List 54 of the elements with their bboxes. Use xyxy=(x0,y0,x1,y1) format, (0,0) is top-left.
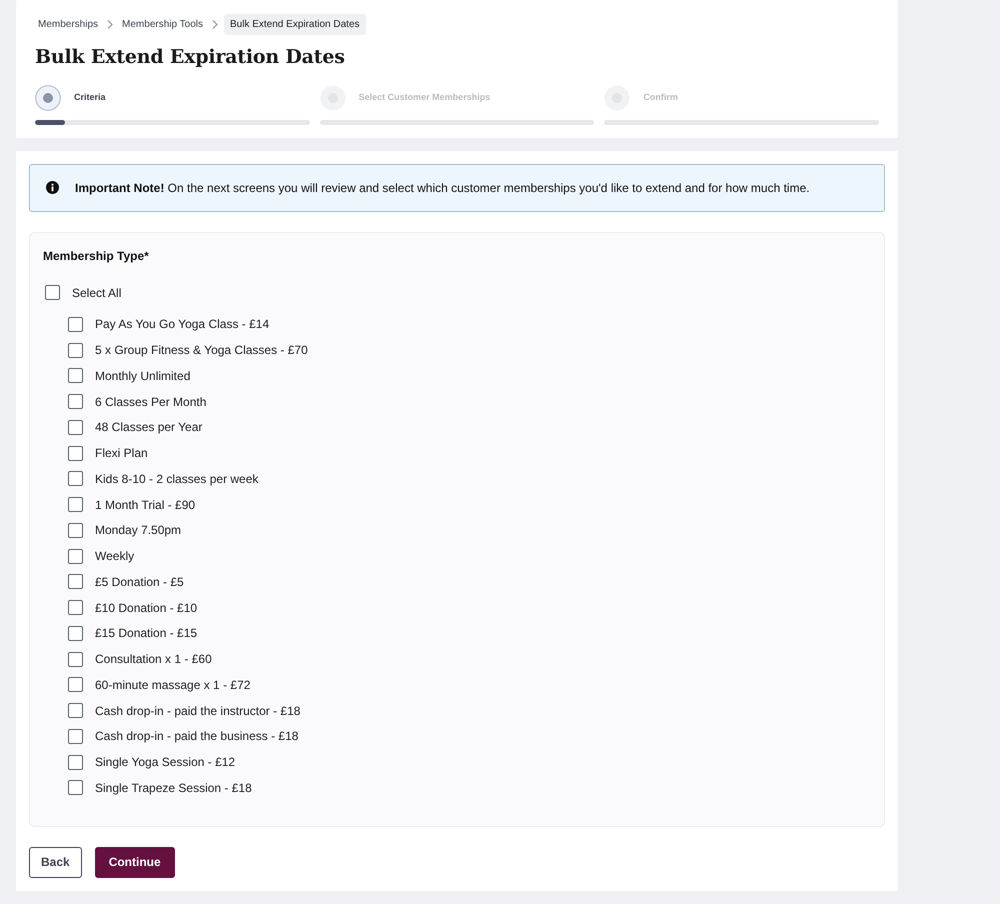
info-icon xyxy=(46,181,59,194)
chevron-right-icon xyxy=(212,20,218,29)
field-label: Membership Type* xyxy=(43,248,150,265)
checkbox[interactable] xyxy=(45,285,60,300)
checkbox-label: Single Yoga Session - £12 xyxy=(95,754,236,772)
checkbox[interactable] xyxy=(68,703,83,718)
back-button[interactable]: Back xyxy=(29,846,82,878)
breadcrumb-link[interactable]: Bulk Extend Expiration Dates xyxy=(224,14,366,35)
checkbox-label: Monthly Unlimited xyxy=(95,368,190,385)
checkbox[interactable] xyxy=(68,522,83,538)
checkbox-label: Monday 7.50pm xyxy=(95,522,182,540)
page-title: Bulk Extend Expiration Dates xyxy=(35,46,346,69)
checkbox-label: 60-minute massage x 1 - £72 xyxy=(95,676,250,694)
alert-text: Important Note! On the next screens you will review and select which customer memberships you'd like to extend and for how much time. xyxy=(75,180,810,197)
checkbox[interactable] xyxy=(68,342,83,358)
checkbox-label: 6 Classes Per Month xyxy=(95,394,206,411)
checkbox[interactable] xyxy=(68,368,83,384)
step-label: Confirm xyxy=(643,91,678,104)
checkbox[interactable] xyxy=(68,471,83,486)
chevron-right-icon xyxy=(107,20,114,29)
checkbox[interactable] xyxy=(68,420,83,435)
checkbox-label: £10 Donation - £10 xyxy=(95,600,198,617)
checkbox[interactable] xyxy=(68,728,83,744)
checkbox[interactable] xyxy=(68,626,83,641)
checkbox-label: 48 Classes per Year xyxy=(95,419,202,436)
checkbox-label: 5 x Group Fitness & Yoga Classes - £70 xyxy=(95,342,308,360)
checkbox[interactable] xyxy=(68,600,83,616)
checkbox[interactable] xyxy=(68,652,83,667)
checkbox-label: Weekly xyxy=(95,548,134,566)
checkbox[interactable] xyxy=(68,548,83,564)
checkbox[interactable] xyxy=(68,446,83,461)
checkbox-label: £5 Donation - £5 xyxy=(95,574,184,591)
checkbox-label: Cash drop-in - paid the business - £18 xyxy=(95,728,298,746)
checkbox[interactable] xyxy=(68,574,83,590)
continue-button[interactable]: Continue xyxy=(94,846,175,878)
breadcrumb-link[interactable]: Memberships xyxy=(35,14,102,35)
step-label: Criteria xyxy=(74,91,106,104)
checkbox[interactable] xyxy=(68,394,83,410)
checkbox-label: Select All xyxy=(72,284,122,302)
checkbox[interactable] xyxy=(68,780,83,796)
checkbox-label: 1 Month Trial - £90 xyxy=(95,496,196,514)
checkbox[interactable] xyxy=(68,754,83,770)
breadcrumb-link[interactable]: Membership Tools xyxy=(119,14,206,35)
checkbox-label: £15 Donation - £15 xyxy=(95,625,198,642)
step-label: Select Customer Memberships xyxy=(358,91,490,104)
checkbox[interactable] xyxy=(68,316,83,332)
checkbox-label: Consultation x 1 - £60 xyxy=(95,651,212,668)
checkbox-label: Flexi Plan xyxy=(95,445,148,462)
checkbox[interactable] xyxy=(68,497,83,512)
checkbox[interactable] xyxy=(68,677,83,692)
checkbox-label: Kids 8-10 - 2 classes per week xyxy=(95,470,258,488)
checkbox-label: Cash drop-in - paid the instructor - £18 xyxy=(95,702,300,720)
checkbox-label: Single Trapeze Session - £18 xyxy=(95,780,252,797)
checkbox-label: Pay As You Go Yoga Class - £14 xyxy=(95,316,270,334)
